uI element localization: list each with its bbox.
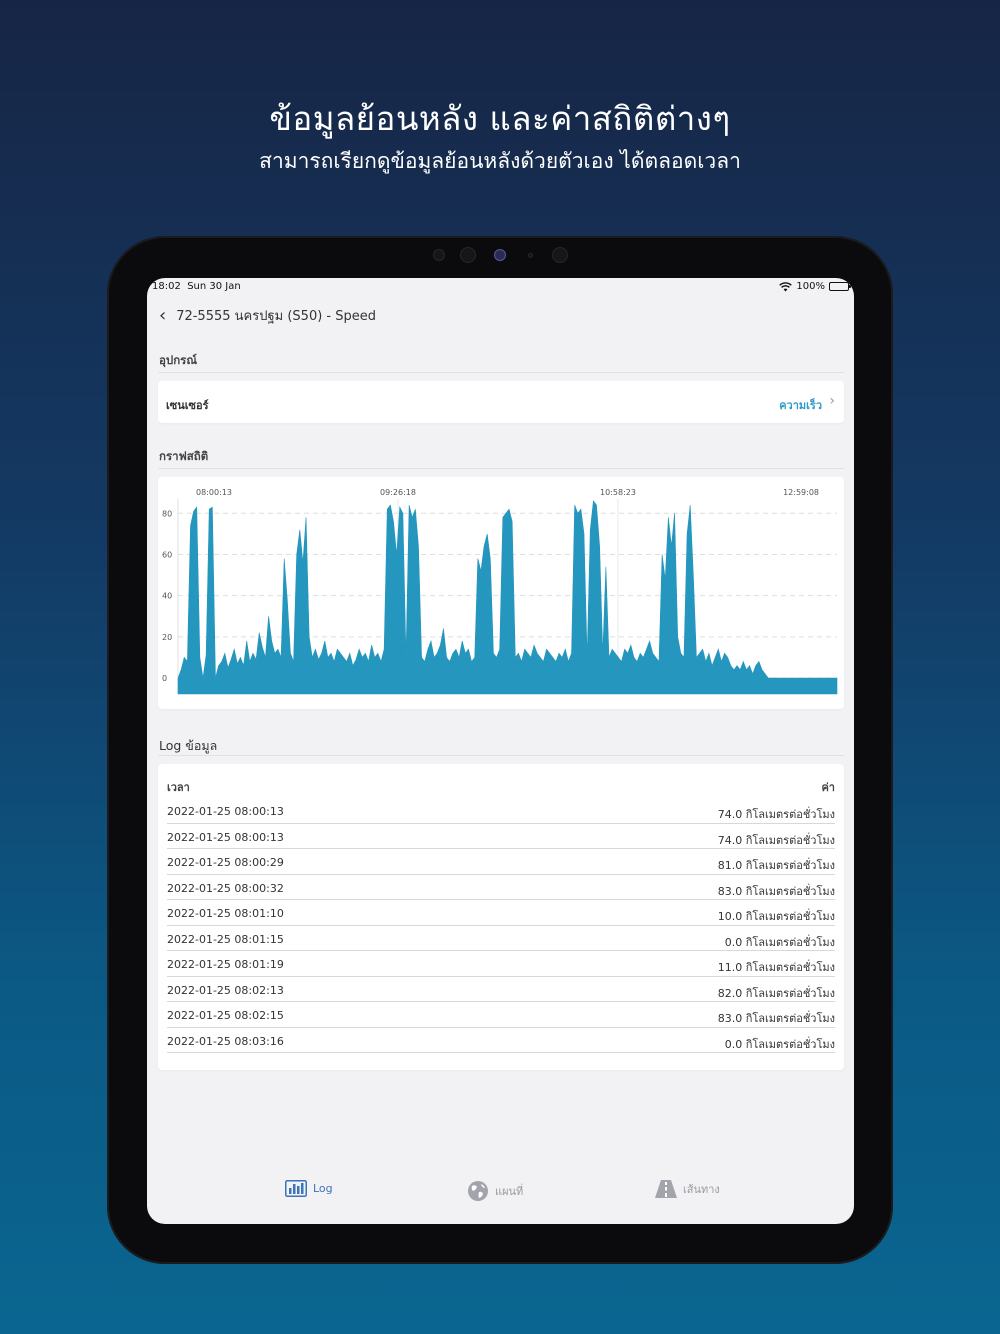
bar-chart-icon [285, 1180, 307, 1197]
sensor-dot [433, 249, 445, 261]
speed-chart: 0 20 40 60 80 08:00:13 09:26:18 10:58:23 12:59:0… [162, 488, 838, 695]
app-screen: 18:02 Sun 30 Jan 100% ‹ 72-5555 นครปฐม (… [147, 278, 854, 1224]
log-time: 2022-01-25 08:00:13 [167, 805, 284, 818]
log-value: 11.0 กิโลเมตรต่อชั่วโมง [717, 961, 835, 974]
graph-section-label: กราฟสถิติ [159, 449, 209, 463]
promo-subtitle: สามารถเรียกดูข้อมูลย้อนหลังด้วยตัวเอง ได… [259, 149, 741, 173]
log-time: 2022-01-25 08:01:15 [167, 932, 284, 946]
log-header-row: เวลา ค่า [167, 778, 835, 796]
log-col-value: ค่า [821, 781, 835, 794]
y-tick-label: 60 [162, 550, 172, 559]
divider [158, 468, 844, 469]
sensor-label: เซนเซอร์ [166, 399, 209, 412]
globe-icon [468, 1181, 488, 1201]
table-row: 2022-01-25 08:01:19 11.0 กิโลเมตรต่อชั่วโ… [167, 951, 835, 977]
speed-area-series [177, 500, 838, 695]
log-value: 81.0 กิโลเมตรต่อชั่วโมง [717, 859, 835, 872]
y-tick-label: 40 [162, 592, 172, 601]
log-value: 74.0 กิโลเมตรต่อชั่วโมง [717, 808, 835, 821]
log-value: 82.0 กิโลเมตรต่อชั่วโมง [717, 986, 835, 1000]
divider [158, 372, 844, 373]
y-tick-label: 20 [162, 633, 172, 642]
front-camera-icon [494, 249, 506, 261]
log-time: 2022-01-25 08:00:13 [167, 830, 284, 844]
log-table: เวลา ค่า 2022-01-25 08:00:13 74.0 กิโลเมต… [158, 764, 844, 1070]
table-row: 2022-01-25 08:02:15 83.0 กิโลเมตรต่อชั่วโ… [167, 1002, 835, 1028]
table-row: 2022-01-25 08:02:13 82.0 กิโลเมตรต่อชั่วโ… [167, 977, 835, 1002]
nav-bar[interactable]: ‹ 72-5555 นครปฐม (S50) - Speed [159, 305, 376, 326]
promo-title: ข้อมูลย้อนหลัง และค่าสถิติต่างๆ [269, 99, 731, 138]
status-time: 18:02 [152, 281, 181, 292]
table-row: 2022-01-25 08:00:13 74.0 กิโลเมตรต่อชั่วโ… [167, 798, 835, 824]
wifi-icon [779, 281, 793, 291]
log-value: 0.0 กิโลเมตรต่อชั่วโมง [724, 935, 835, 949]
log-time: 2022-01-25 08:00:32 [167, 881, 284, 895]
log-value: 10.0 กิโลเมตรต่อชั่วโมง [717, 910, 835, 923]
chevron-right-icon: › [829, 393, 835, 409]
sensor-value: ความเร็ว [779, 399, 822, 412]
device-section-label: อุปกรณ์ [159, 353, 198, 367]
sensor-dot [528, 253, 533, 258]
tab-route[interactable]: เส้นทาง [655, 1180, 720, 1198]
y-tick-label: 0 [162, 674, 167, 683]
tab-map-label: แผนที่ [495, 1185, 524, 1198]
log-time: 2022-01-25 08:01:19 [167, 958, 284, 971]
divider [158, 755, 844, 756]
log-time: 2022-01-25 08:00:29 [167, 856, 284, 869]
status-right: 100% [779, 281, 851, 292]
tab-bar: Log แผนที่ เส้นทาง [147, 1164, 854, 1224]
status-date: Sun 30 Jan [187, 281, 241, 292]
log-time: 2022-01-25 08:03:16 [167, 1034, 284, 1048]
battery-icon [829, 282, 851, 291]
log-value: 83.0 กิโลเมตรต่อชั่วโมง [717, 1012, 835, 1025]
status-bar: 18:02 Sun 30 Jan 100% [147, 278, 854, 296]
x-tick-label: 12:59:08 [783, 488, 819, 497]
table-row: 2022-01-25 08:01:15 0.0 กิโลเมตรต่อชั่วโม… [167, 926, 835, 951]
nav-title: 72-5555 นครปฐม (S50) - Speed [176, 309, 376, 324]
log-section-label: Log ข้อมูล [159, 738, 218, 753]
sensor-row[interactable]: เซนเซอร์ ความเร็ว › [158, 381, 844, 423]
x-tick-label: 08:00:13 [196, 488, 232, 497]
table-row: 2022-01-25 08:00:29 81.0 กิโลเมตรต่อชั่วโ… [167, 849, 835, 875]
back-chevron-icon[interactable]: ‹ [159, 306, 166, 325]
x-tick-label: 09:26:18 [380, 488, 416, 497]
x-tick-label: 10:58:23 [600, 488, 636, 497]
table-row: 2022-01-25 08:00:32 83.0 กิโลเมตรต่อชั่วโ… [167, 875, 835, 900]
tab-log[interactable]: Log [285, 1180, 333, 1197]
table-row: 2022-01-25 08:00:13 74.0 กิโลเมตรต่อชั่วโ… [167, 824, 835, 849]
log-time: 2022-01-25 08:02:13 [167, 983, 284, 997]
log-col-time: เวลา [167, 781, 190, 794]
status-time-date: 18:02 Sun 30 Jan [152, 281, 241, 292]
road-icon [655, 1180, 677, 1198]
table-row: 2022-01-25 08:01:10 10.0 กิโลเมตรต่อชั่วโ… [167, 900, 835, 926]
speed-chart-card: 0 20 40 60 80 08:00:13 09:26:18 10:58:23 12:59:0… [158, 477, 844, 709]
log-value: 74.0 กิโลเมตรต่อชั่วโมง [717, 833, 835, 847]
tab-route-label: เส้นทาง [683, 1183, 720, 1196]
sensor-dot [552, 247, 568, 263]
log-value: 83.0 กิโลเมตรต่อชั่วโมง [717, 884, 835, 898]
log-time: 2022-01-25 08:01:10 [167, 907, 284, 920]
table-row: 2022-01-25 08:03:16 0.0 กิโลเมตรต่อชั่วโม… [167, 1028, 835, 1053]
sensor-dot [460, 247, 476, 263]
tab-log-label: Log [313, 1182, 333, 1195]
tab-map[interactable]: แผนที่ [467, 1180, 523, 1202]
battery-percent: 100% [796, 281, 825, 292]
y-tick-label: 80 [162, 509, 172, 518]
log-time: 2022-01-25 08:02:15 [167, 1009, 284, 1022]
log-value: 0.0 กิโลเมตรต่อชั่วโมง [724, 1037, 835, 1051]
